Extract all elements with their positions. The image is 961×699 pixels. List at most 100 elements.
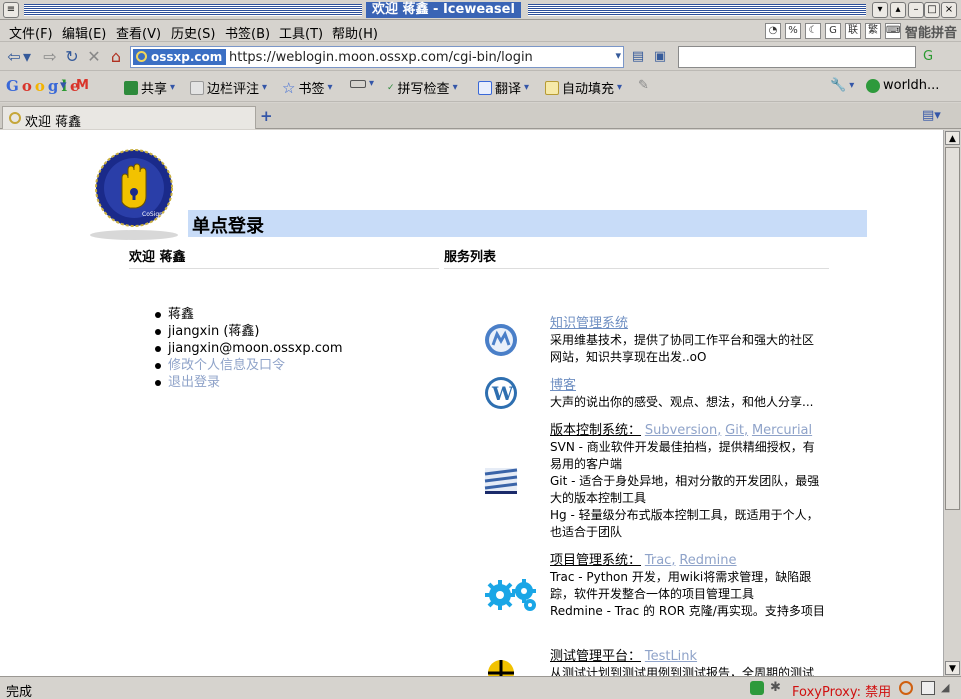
home-icon[interactable]: ⌂ bbox=[106, 47, 126, 67]
service-vcs-title: 版本控制系统： bbox=[550, 423, 642, 438]
trac-link[interactable]: Trac bbox=[645, 553, 672, 568]
menu-history[interactable]: 历史(S) bbox=[171, 23, 215, 42]
trac-desc: Trac - Python 开发，用wiki将需求管理，缺陷跟踪，软件开发整合一… bbox=[550, 570, 812, 601]
ime-toolbar: ◔ % ☾ G 联 繁 ⌨ 智能拼音 bbox=[764, 20, 961, 42]
google-search-icon[interactable]: G bbox=[920, 47, 936, 67]
screengrab-icon[interactable]: ▣ bbox=[652, 47, 668, 67]
stop-icon[interactable]: ✕ bbox=[84, 47, 104, 67]
service-pm: 项目管理系统： Trac, Redmine Trac - Python 开发，用… bbox=[550, 553, 825, 618]
forward-icon[interactable]: ⇨ bbox=[40, 47, 60, 67]
banner-bar: 单点登录 bbox=[188, 210, 867, 237]
moon-icon[interactable]: ☾ bbox=[804, 23, 821, 39]
hg-desc: Hg - 轻量级分布式版本控制工具，既适用于个人，也适合于团队 bbox=[550, 508, 819, 539]
pencil-icon[interactable]: ✎ bbox=[638, 78, 649, 93]
service-wiki-desc: 采用维基技术，提供了协同工作平台和强大的社区网站，知识共享现在出发..oO bbox=[550, 333, 815, 364]
close-button[interactable]: × bbox=[941, 2, 957, 18]
version-control-icon bbox=[484, 468, 518, 494]
screengrab-status-icon[interactable] bbox=[921, 681, 935, 695]
translate-button[interactable]: 翻译 ▾ bbox=[478, 78, 529, 97]
share-button[interactable]: 共享 ▾ bbox=[124, 78, 175, 97]
title-stripes bbox=[24, 4, 362, 16]
service-blog: 博客 大声的说出你的感受、观点、想法，和他人分享... bbox=[550, 377, 822, 411]
block-icon[interactable] bbox=[899, 681, 913, 695]
tab-favicon-icon bbox=[9, 112, 21, 124]
wordpress-icon: W bbox=[485, 377, 517, 409]
back-icon[interactable]: ⇦ bbox=[4, 47, 24, 67]
tab-welcome[interactable]: 欢迎 蒋鑫 bbox=[2, 106, 256, 130]
navigation-toolbar: ⇦ ▾ ⇨ ↻ ✕ ⌂ ossxp.com https://weblogin.m… bbox=[0, 43, 961, 71]
new-tab-button[interactable]: + bbox=[260, 107, 273, 125]
foxyproxy-status[interactable]: FoxyProxy: 禁用 bbox=[792, 681, 891, 699]
mercurial-link[interactable]: Mercurial bbox=[752, 423, 812, 438]
wrench-icon[interactable]: 🔧 ▾ bbox=[830, 78, 854, 93]
minimize-button[interactable]: – bbox=[908, 2, 924, 18]
git-link[interactable]: Git bbox=[725, 423, 744, 438]
svg-text:W: W bbox=[491, 383, 514, 405]
google-logo[interactable]: Google bbox=[6, 77, 80, 95]
shade-button[interactable]: ▾ bbox=[872, 2, 888, 18]
service-wiki-link[interactable]: 知识管理系统 bbox=[550, 315, 822, 332]
redmine-link[interactable]: Redmine bbox=[679, 553, 736, 568]
search-input[interactable] bbox=[678, 46, 916, 68]
service-blog-link[interactable]: 博客 bbox=[550, 377, 822, 394]
list-item: jiangxin@moon.ossxp.com bbox=[152, 340, 343, 357]
page-title: 单点登录 bbox=[192, 216, 264, 237]
service-test: 测试管理平台： TestLink 从测试计划到测试用例到测试报告，全周期的测试 bbox=[550, 648, 825, 676]
menu-file[interactable]: 文件(F) bbox=[9, 23, 53, 42]
worldh-button[interactable]: worldh... bbox=[866, 78, 939, 93]
cosign-logo: CoSign bbox=[90, 149, 178, 240]
autolink-button[interactable]: ▾ bbox=[350, 78, 374, 89]
back-dropdown-icon[interactable]: ▾ bbox=[22, 47, 32, 67]
tab-list-icon[interactable]: ▤▾ bbox=[922, 108, 941, 123]
testlink-link[interactable]: TestLink bbox=[645, 649, 697, 664]
vertical-scrollbar[interactable]: ▲ ▼ bbox=[943, 130, 961, 676]
scroll-down-icon[interactable]: ▼ bbox=[945, 661, 960, 675]
google-toolbar: Google ▾ M 共享 ▾ 边栏评注 ▾ ☆ 书签 ▾ ▾ ✓ 拼写检查 ▾ 翻译 ▾ 自… bbox=[0, 72, 961, 102]
reload-icon[interactable]: ↻ bbox=[62, 47, 82, 67]
spellcheck-button[interactable]: ✓ 拼写检查 ▾ bbox=[387, 78, 458, 97]
url-dropdown-icon[interactable]: ▾ bbox=[615, 49, 621, 62]
url-bar[interactable]: ossxp.com https://weblogin.moon.ossxp.co… bbox=[130, 46, 624, 68]
gmail-icon[interactable]: M bbox=[76, 78, 89, 93]
lock-icon bbox=[136, 51, 147, 62]
logout-link[interactable]: 退出登录 bbox=[152, 374, 343, 391]
list-item: jiangxin (蒋鑫) bbox=[152, 323, 343, 340]
autofill-button[interactable]: 自动填充 ▾ bbox=[545, 78, 622, 97]
list-item: 蒋鑫 bbox=[152, 306, 343, 323]
tab-label: 欢迎 蒋鑫 bbox=[25, 115, 82, 130]
title-stripes bbox=[528, 4, 866, 16]
page-content: CoSign 单点登录 欢迎 蒋鑫 服务列表 蒋鑫 jiangxin (蒋鑫) … bbox=[0, 130, 943, 676]
security-lock-icon[interactable] bbox=[750, 681, 764, 695]
menu-edit[interactable]: 编辑(E) bbox=[62, 23, 106, 42]
gbk-icon[interactable]: G bbox=[824, 23, 841, 39]
ime-label[interactable]: 智能拼音 bbox=[905, 22, 957, 41]
menu-help[interactable]: 帮助(H) bbox=[332, 23, 378, 42]
resize-grip-icon[interactable]: ◢ bbox=[941, 681, 955, 695]
subversion-link[interactable]: Subversion bbox=[645, 423, 717, 438]
edit-profile-link[interactable]: 修改个人信息及口令 bbox=[152, 357, 343, 374]
stick-button[interactable]: ▴ bbox=[890, 2, 906, 18]
bookmarks-button[interactable]: ☆ 书签 ▾ bbox=[282, 78, 333, 98]
url-text[interactable]: https://weblogin.moon.ossxp.com/cgi-bin/… bbox=[229, 50, 533, 65]
menu-tools[interactable]: 工具(T) bbox=[279, 23, 323, 42]
tux-icon[interactable]: ◔ bbox=[764, 23, 781, 39]
browser-window: ≡ 欢迎 蒋鑫 - Iceweasel ▾ ▴ – □ × 文件(F) 编辑(E… bbox=[0, 0, 961, 699]
window-title: 欢迎 蒋鑫 - Iceweasel bbox=[366, 2, 521, 18]
window-menu-button[interactable]: ≡ bbox=[3, 2, 19, 18]
svg-text:CoSign: CoSign bbox=[142, 211, 163, 218]
ime-fan-icon[interactable]: 繁 bbox=[864, 23, 881, 39]
rss-icon[interactable]: ▤ bbox=[630, 47, 646, 67]
scroll-up-icon[interactable]: ▲ bbox=[945, 131, 960, 145]
bug-icon[interactable]: ✱ bbox=[770, 680, 784, 695]
maximize-button[interactable]: □ bbox=[924, 2, 940, 18]
menu-view[interactable]: 查看(V) bbox=[116, 23, 161, 42]
scroll-thumb[interactable] bbox=[945, 147, 960, 510]
ime-lian-icon[interactable]: 联 bbox=[844, 23, 861, 39]
status-text: 完成 bbox=[6, 685, 33, 699]
menu-bookmarks[interactable]: 书签(B) bbox=[225, 23, 270, 42]
sidewiki-button[interactable]: 边栏评注 ▾ bbox=[190, 78, 267, 97]
punct-icon[interactable]: % bbox=[784, 23, 801, 39]
google-dropdown-icon[interactable]: ▾ bbox=[60, 78, 67, 93]
site-identity-button[interactable]: ossxp.com bbox=[133, 49, 227, 65]
keyboard-icon[interactable]: ⌨ bbox=[884, 23, 901, 39]
